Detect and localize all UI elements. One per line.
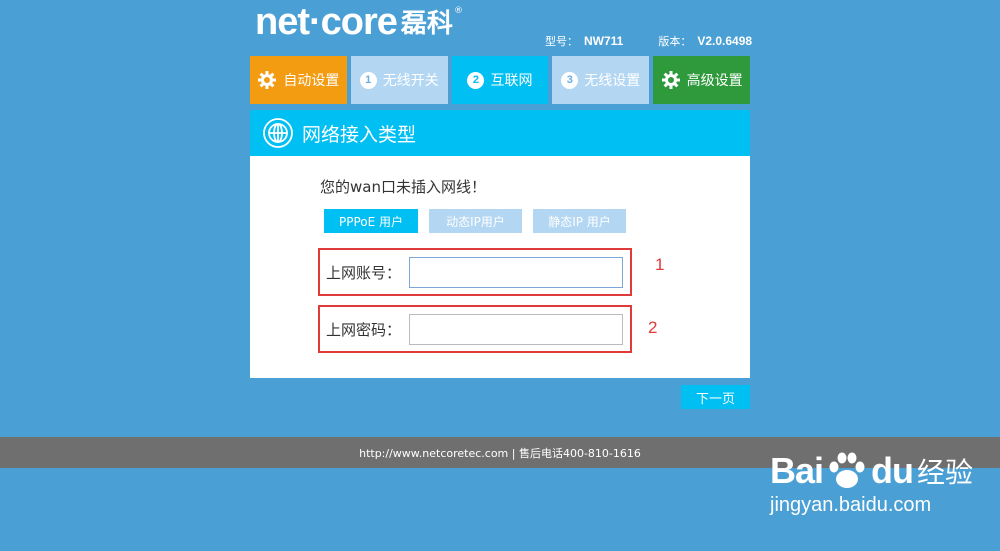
annotation-1: 1: [655, 255, 665, 274]
panel-title: 网络接入类型: [302, 123, 417, 146]
password-input[interactable]: [409, 313, 623, 345]
watermark-jingyan: 经验: [917, 456, 974, 489]
watermark-bai: Bai: [770, 450, 824, 491]
network-type-panel: 网络接入类型 您的wan口未插入网线！ PPPoE 用户 动态IP用户 静态IP…: [250, 110, 750, 378]
watermark-du: du: [871, 450, 914, 491]
password-field-box: 上网密码：: [318, 305, 632, 353]
globe-icon: [262, 117, 294, 149]
watermark-url: jingyan.baidu.com: [770, 494, 932, 516]
wan-warning: 您的wan口未插入网线！: [320, 178, 486, 196]
account-input[interactable]: [409, 256, 623, 288]
step-wireless-switch[interactable]: 1 无线开关: [350, 56, 448, 104]
panel-header: 网络接入类型: [250, 110, 750, 156]
account-label: 上网账号：: [326, 263, 402, 282]
gear-icon: [257, 70, 277, 90]
step-number: 3: [561, 71, 579, 89]
logo-chinese: 磊科: [400, 9, 453, 39]
tab-pppoe[interactable]: PPPoE 用户: [324, 209, 418, 233]
wizard-steps: 自动设置 1 无线开关 2 互联网 3 无线设置 高级设置: [250, 56, 750, 104]
password-label: 上网密码：: [326, 320, 402, 339]
registered-mark: ®: [453, 6, 463, 16]
step-label: 高级设置: [686, 73, 743, 89]
annotation-2: 2: [648, 318, 658, 337]
version-value: V2.0.6498: [697, 34, 753, 48]
step-label: 无线开关: [382, 73, 439, 89]
step-wireless-settings[interactable]: 3 无线设置: [552, 56, 650, 104]
paw-icon: [825, 451, 869, 491]
model-label: 型号：: [545, 35, 578, 48]
step-advanced-settings[interactable]: 高级设置: [653, 56, 750, 104]
step-label: 互联网: [490, 73, 533, 89]
brand-logo: net·core 磊科 ®: [255, 2, 463, 42]
baidu-watermark: Bai du 经验 jingyan.baidu.com: [770, 450, 973, 517]
tab-dynamic-ip[interactable]: 动态IP用户: [429, 209, 522, 233]
step-label: 自动设置: [283, 73, 340, 89]
account-field-box: 上网账号：: [318, 248, 632, 296]
step-label: 无线设置: [584, 73, 641, 89]
step-number: 1: [359, 71, 377, 89]
gear-icon: [661, 70, 681, 90]
step-internet[interactable]: 2 互联网: [451, 56, 549, 104]
model-value: NW711: [584, 34, 624, 48]
step-number: 2: [467, 71, 485, 89]
step-auto-setup[interactable]: 自动设置: [250, 56, 347, 104]
logo-text: net·core: [255, 1, 398, 43]
tab-static-ip[interactable]: 静态IP 用户: [533, 209, 626, 233]
next-page-button[interactable]: 下一页: [681, 385, 750, 409]
version-label: 版本：: [658, 35, 692, 48]
model-info: 型号： NW711 版本： V2.0.6498: [545, 33, 752, 49]
